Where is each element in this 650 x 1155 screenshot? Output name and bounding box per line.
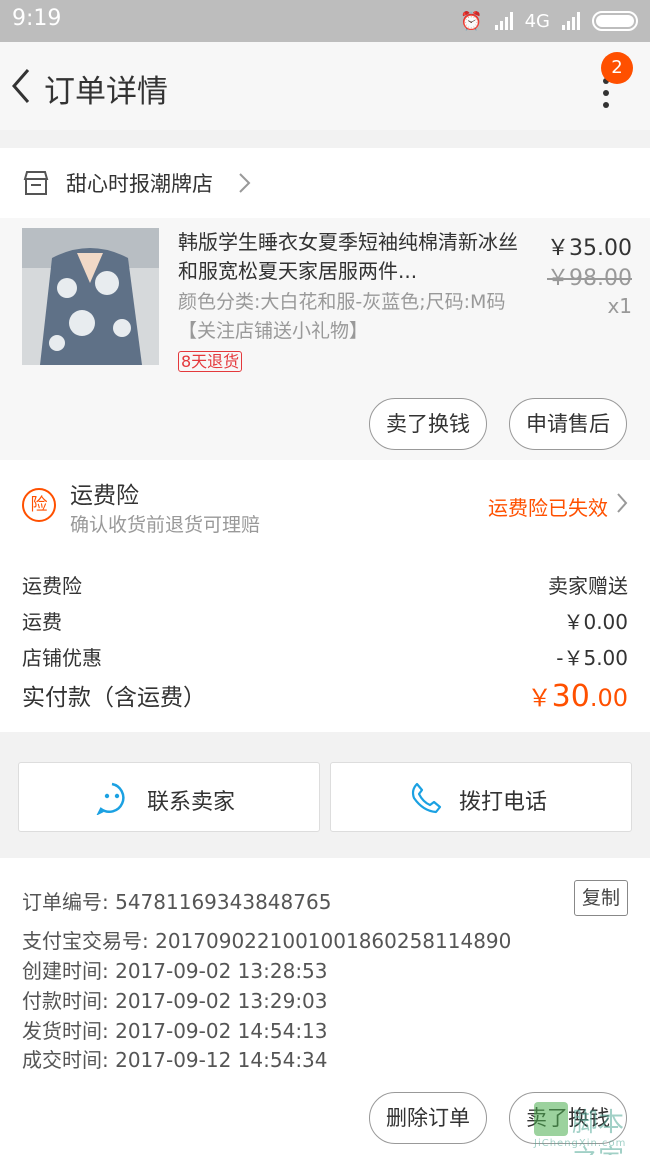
page-title: 订单详情 <box>44 74 168 110</box>
return-policy-tag: 8天退货 <box>178 351 243 372</box>
signal-2-icon <box>562 12 580 30</box>
call-phone-button[interactable]: 拨打电话 <box>330 762 632 832</box>
fee-value: 卖家赠送 <box>548 574 628 598</box>
fee-value: ￥0.00 <box>563 610 628 634</box>
fee-row: 店铺优惠 -￥5.00 <box>22 642 628 678</box>
network-type: 4G <box>524 10 550 32</box>
battery-icon <box>592 11 638 31</box>
delete-order-button[interactable]: 删除订单 <box>369 1092 487 1144</box>
order-item[interactable]: 韩版学生睡衣女夏季短袖纯棉清新冰丝和服宽松夏天家居服两件... 颜色分类:大白花… <box>0 218 650 460</box>
fee-row: 运费 ￥0.00 <box>22 606 628 642</box>
fee-row: 运费险 卖家赠送 <box>22 570 628 606</box>
watermark-site: JiChengXin.com <box>534 1138 627 1149</box>
shop-name: 甜心时报潮牌店 <box>66 172 213 196</box>
nav-bar: 订单详情 2 <box>0 42 650 130</box>
chevron-right-icon <box>239 173 251 193</box>
fee-label: 运费险 <box>22 574 82 598</box>
sell-for-cash-button[interactable]: 卖了换钱 <box>369 398 487 450</box>
chat-face-icon <box>96 782 125 815</box>
fee-value: -￥5.00 <box>556 646 628 670</box>
chevron-right-icon[interactable] <box>616 492 628 514</box>
product-spec: 颜色分类:大白花和服-灰蓝色;尺码:M码【关注店铺送小礼物】 <box>178 291 506 342</box>
phone-icon <box>411 782 442 814</box>
shop-icon <box>23 171 49 195</box>
total-label: 实付款（含运费） <box>22 685 206 711</box>
copy-button[interactable]: 复制 <box>574 880 628 916</box>
notification-badge: 2 <box>601 52 633 84</box>
insurance-icon: 险 <box>22 488 56 522</box>
total-row: 实付款（含运费） ￥30.00 <box>22 678 628 722</box>
alipay-trade-number: 支付宝交易号: 2017090221001001860258114890 <box>22 929 512 953</box>
order-info-section: 订单编号: 54781169343848765 复制 支付宝交易号: 20170… <box>0 858 650 1082</box>
apply-after-sale-button[interactable]: 申请售后 <box>509 398 627 450</box>
total-decimal: .00 <box>589 684 628 712</box>
status-time: 9:19 <box>12 6 62 31</box>
product-image[interactable] <box>22 228 159 365</box>
shipping-insurance-section: 险 运费险 确认收货前退货可理赔 运费险已失效 运费险 卖家赠送 运费 ￥0.0… <box>0 460 650 732</box>
insurance-status[interactable]: 运费险已失效 <box>488 492 608 521</box>
shipped-time: 发货时间: 2017-09-02 14:54:13 <box>22 1019 328 1043</box>
fee-label: 运费 <box>22 610 62 634</box>
fee-label: 店铺优惠 <box>22 646 102 670</box>
watermark-logo: 脚本之家 JiChengXin.com <box>528 1098 648 1155</box>
insurance-title: 运费险 <box>70 483 139 509</box>
contact-seller-button[interactable]: 联系卖家 <box>18 762 320 832</box>
product-price: ￥35.00 <box>547 236 632 261</box>
currency-symbol: ￥ <box>527 684 552 712</box>
fee-list: 运费险 卖家赠送 运费 ￥0.00 店铺优惠 -￥5.00 实付款（含运费） ￥… <box>22 570 628 722</box>
product-title[interactable]: 韩版学生睡衣女夏季短袖纯棉清新冰丝和服宽松夏天家居服两件... <box>178 228 518 286</box>
alarm-icon: ⏰ <box>460 10 483 32</box>
completed-time: 成交时间: 2017-09-12 14:54:34 <box>22 1048 328 1072</box>
contact-bar: 联系卖家 拨打电话 <box>0 750 650 845</box>
signal-icon <box>494 12 513 30</box>
created-time: 创建时间: 2017-09-02 13:28:53 <box>22 959 328 983</box>
product-quantity: x1 <box>607 294 632 318</box>
original-price: ￥98.00 <box>547 266 632 291</box>
order-number: 订单编号: 54781169343848765 <box>22 890 332 914</box>
shop-header[interactable]: 甜心时报潮牌店 <box>0 148 650 218</box>
status-icons: ⏰ 4G <box>460 8 638 34</box>
total-integer: 30 <box>551 679 590 714</box>
back-arrow-icon[interactable] <box>8 66 38 106</box>
call-phone-label: 拨打电话 <box>459 790 548 815</box>
status-bar: 9:19 ⏰ 4G <box>0 0 650 42</box>
paid-time: 付款时间: 2017-09-02 13:29:03 <box>22 989 328 1013</box>
total-amount: ￥30.00 <box>528 678 628 714</box>
insurance-subtitle: 确认收货前退货可理赔 <box>70 514 261 536</box>
contact-seller-label: 联系卖家 <box>147 790 236 815</box>
